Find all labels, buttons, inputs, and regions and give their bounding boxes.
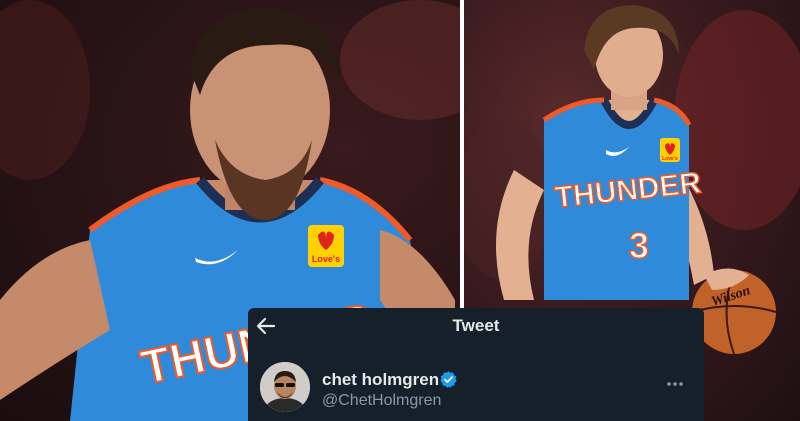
verified-badge-icon (439, 370, 458, 389)
patch-text: Love's (312, 254, 340, 264)
avatar[interactable] (260, 362, 310, 412)
user-handle[interactable]: @ChetHolmgren (322, 392, 441, 410)
tweet-card: Tweet chet holmgren @ChetHolmgren (248, 308, 704, 421)
jersey-number: 3 (629, 225, 649, 266)
patch-text-right: Love's (662, 156, 678, 162)
more-horizontal-icon[interactable] (666, 374, 684, 386)
tweet-header: Tweet (248, 308, 704, 344)
page-title: Tweet (452, 316, 500, 335)
display-name[interactable]: chet holmgren (322, 370, 439, 390)
